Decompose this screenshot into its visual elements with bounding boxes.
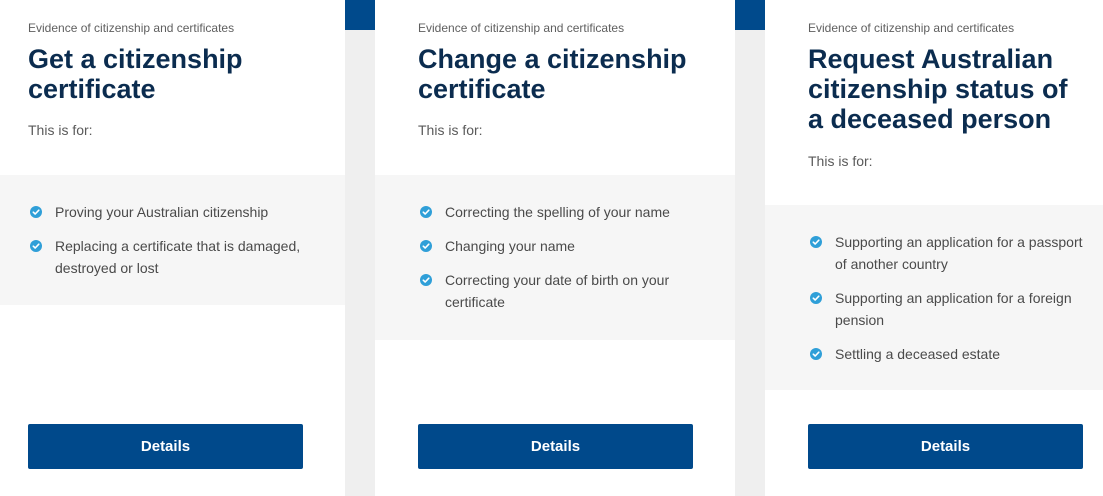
details-button[interactable]: Details	[418, 424, 693, 469]
details-button[interactable]: Details	[28, 424, 303, 469]
list-item-text: Proving your Australian citizenship	[55, 204, 269, 220]
list-item-text: Changing your name	[445, 238, 575, 254]
card-request-deceased-citizenship-status: Evidence of citizenship and certificates…	[765, 0, 1103, 496]
top-accent-bar-2	[735, 0, 765, 30]
list-item: Correcting your date of birth on your ce…	[418, 269, 717, 313]
card-eyebrow: Evidence of citizenship and certificates	[418, 21, 625, 35]
list-item-text: Correcting your date of birth on your ce…	[445, 272, 670, 310]
check-circle-icon	[420, 206, 432, 218]
card-title: Request Australian citizenship status of…	[808, 44, 1068, 134]
list-item: Proving your Australian citizenship	[28, 201, 327, 223]
list-item: Supporting an application for a foreign …	[808, 287, 1085, 331]
check-circle-icon	[810, 348, 822, 360]
details-button[interactable]: Details	[808, 424, 1083, 469]
card-list-panel: Supporting an application for a passport…	[765, 205, 1103, 390]
card-title: Get a citizenship certificate	[28, 44, 243, 104]
card-get-citizenship-certificate: Evidence of citizenship and certificates…	[0, 0, 345, 496]
check-circle-icon	[420, 240, 432, 252]
card-list-panel: Correcting the spelling of your name Cha…	[375, 175, 735, 340]
this-is-for-label: This is for:	[808, 153, 873, 169]
list-item: Correcting the spelling of your name	[418, 201, 717, 223]
list-item: Changing your name	[418, 235, 717, 257]
card-change-citizenship-certificate: Evidence of citizenship and certificates…	[375, 0, 735, 496]
check-circle-icon	[30, 240, 42, 252]
list-item: Settling a deceased estate	[808, 343, 1085, 365]
card-title: Change a citizenship certificate	[418, 44, 687, 104]
list-item-text: Settling a deceased estate	[835, 346, 1001, 362]
check-circle-icon	[420, 274, 432, 286]
list-item-text: Correcting the spelling of your name	[445, 204, 670, 220]
list-item-text: Supporting an application for a foreign …	[835, 290, 1072, 328]
check-circle-icon	[810, 236, 822, 248]
check-circle-icon	[30, 206, 42, 218]
list-item-text: Supporting an application for a passport…	[835, 234, 1083, 272]
list-item: Replacing a certificate that is damaged,…	[28, 235, 327, 279]
this-is-for-label: This is for:	[28, 122, 93, 138]
card-eyebrow: Evidence of citizenship and certificates	[808, 21, 1015, 35]
card-list-panel: Proving your Australian citizenship Repl…	[0, 175, 345, 305]
list-item: Supporting an application for a passport…	[808, 231, 1085, 275]
card-eyebrow: Evidence of citizenship and certificates	[28, 21, 235, 35]
top-accent-bar-1	[345, 0, 375, 30]
list-item-text: Replacing a certificate that is damaged,…	[55, 238, 301, 276]
check-circle-icon	[810, 292, 822, 304]
this-is-for-label: This is for:	[418, 122, 483, 138]
